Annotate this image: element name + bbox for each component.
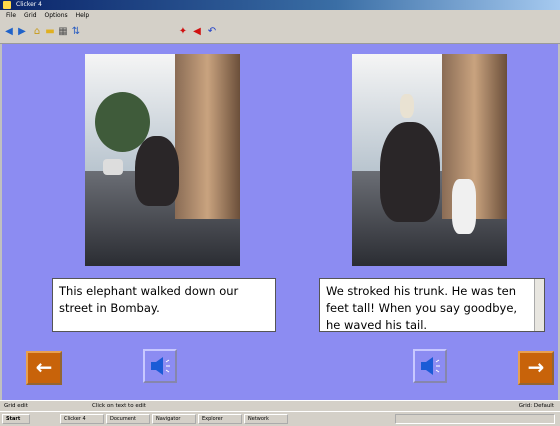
- speak-right-button[interactable]: [413, 349, 447, 383]
- previous-page-button[interactable]: ←: [26, 351, 62, 385]
- sort-icon[interactable]: ⇅: [71, 27, 81, 37]
- task-explorer[interactable]: Explorer: [198, 414, 242, 424]
- task-clicker[interactable]: Clicker 4: [60, 414, 104, 424]
- taskbar: Start Clicker 4 Document Navigator Explo…: [0, 411, 560, 426]
- blue-undo-icon[interactable]: ↶: [207, 27, 217, 37]
- page-stage: This elephant walked down our street in …: [2, 44, 558, 400]
- menu-help[interactable]: Help: [76, 12, 90, 19]
- red-back-icon[interactable]: ◀: [192, 27, 202, 37]
- left-arrow-icon: ←: [35, 355, 53, 379]
- speaker-icon: [151, 357, 170, 375]
- text-scrollbar[interactable]: [534, 279, 544, 331]
- text-box-right[interactable]: We stroked his trunk. He was ten feet ta…: [319, 278, 545, 332]
- grid-icon[interactable]: ▦: [58, 27, 68, 37]
- text-box-left[interactable]: This elephant walked down our street in …: [52, 278, 276, 332]
- speak-left-button[interactable]: [143, 349, 177, 383]
- title-bar: Clicker 4: [0, 0, 560, 10]
- toolbar: ◀ ▶ ⌂ ▬ ▦ ⇅ ✦ ◀ ↶: [0, 21, 560, 44]
- back-arrow-icon[interactable]: ◀: [4, 27, 14, 37]
- system-tray: [395, 414, 555, 424]
- text-left: This elephant walked down our street in …: [59, 284, 239, 315]
- forward-arrow-icon[interactable]: ▶: [17, 27, 27, 37]
- menu-options[interactable]: Options: [44, 12, 67, 19]
- right-arrow-icon: →: [527, 355, 545, 379]
- menu-file[interactable]: File: [6, 12, 16, 19]
- menu-bar: File Grid Options Help: [0, 10, 560, 21]
- next-page-button[interactable]: →: [518, 351, 554, 385]
- task-network[interactable]: Network: [244, 414, 288, 424]
- start-button[interactable]: Start: [2, 414, 30, 424]
- text-right: We stroked his trunk. He was ten feet ta…: [326, 284, 518, 332]
- photo-right: [352, 54, 507, 266]
- speaker-icon: [421, 357, 440, 375]
- task-document[interactable]: Document: [106, 414, 150, 424]
- menu-grid[interactable]: Grid: [24, 12, 37, 19]
- photo-left: [85, 54, 240, 266]
- task-navigator[interactable]: Navigator: [152, 414, 196, 424]
- app-icon: [3, 1, 11, 9]
- open-folder-icon[interactable]: ▬: [45, 27, 55, 37]
- red-arrow-icon[interactable]: ✦: [178, 27, 188, 37]
- home-icon[interactable]: ⌂: [32, 27, 42, 37]
